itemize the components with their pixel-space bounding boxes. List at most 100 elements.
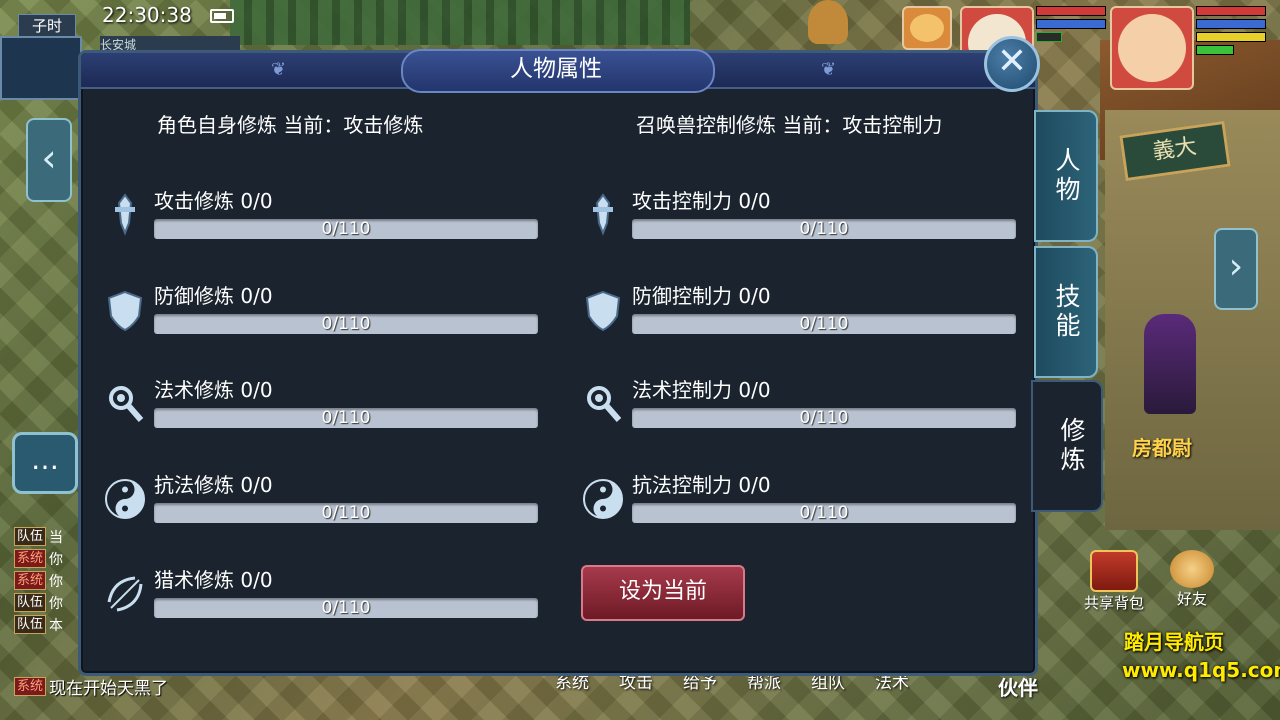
chat-line-latest: 系统 现在开始天黑了 — [14, 674, 168, 699]
shield-icon — [585, 290, 621, 332]
chat-line: 队伍当 — [14, 526, 76, 547]
partner-button[interactable]: 伙伴 — [998, 672, 1038, 701]
progress-text: 0/110 — [321, 503, 371, 523]
set-current-button[interactable]: 设为当前 — [581, 565, 745, 621]
sword-icon — [115, 193, 135, 236]
progress-bar: 0/110 — [632, 219, 1016, 239]
chat-tag: 队伍 — [14, 615, 47, 634]
chat-tag: 系统 — [14, 677, 47, 696]
row-label: 抗法控制力 0/0 — [632, 473, 771, 497]
pet-avatar-small[interactable] — [902, 6, 952, 50]
pet-mp-bar — [1036, 19, 1106, 29]
hero-mp-bar — [1196, 19, 1266, 29]
cultivation-row-defense[interactable]: 防御修炼 0/0 0/110 — [81, 282, 538, 342]
chat-line: 系统你 — [14, 570, 76, 591]
pet-control-header: 召唤兽控制修炼 当前：攻击控制力 — [636, 113, 943, 137]
magic-staff-icon — [109, 386, 144, 422]
progress-text: 0/110 — [321, 598, 371, 618]
progress-text: 0/110 — [321, 314, 371, 334]
shichen-label: 子时 — [18, 14, 76, 38]
friends-label: 好友 — [1176, 590, 1207, 608]
chat-line: 队伍你 — [14, 592, 76, 613]
chat-tag: 系统 — [14, 571, 47, 590]
progress-text: 0/110 — [799, 219, 849, 239]
row-label: 攻击控制力 0/0 — [632, 189, 771, 213]
watermark-title: 踏月导航页 — [1124, 630, 1224, 654]
control-row-defense[interactable]: 防御控制力 0/0 0/110 — [559, 282, 1016, 342]
control-row-attack[interactable]: 攻击控制力 0/0 0/110 — [559, 187, 1016, 247]
npc-body — [1144, 314, 1196, 414]
progress-bar: 0/110 — [632, 314, 1016, 334]
hero-hp-bar — [1196, 6, 1266, 16]
chat-log: 队伍当 系统你 系统你 队伍你 队伍本 — [14, 526, 76, 636]
bow-icon — [107, 576, 143, 612]
watermark-url: www.q1q5.com — [1122, 658, 1280, 682]
cat-face-icon — [910, 14, 944, 42]
character-attributes-panel: ❦ ❦ 人物属性 角色自身修炼 当前：攻击修炼 召唤兽控制修炼 当前：攻击控制力… — [78, 49, 1038, 676]
chat-tag: 队伍 — [14, 527, 47, 546]
panel-title: 人物属性 — [510, 56, 602, 82]
hero-status-bars — [1196, 6, 1266, 58]
share-bag-label: 共享背包 — [1083, 594, 1144, 612]
progress-text: 0/110 — [799, 408, 849, 428]
progress-text: 0/110 — [321, 219, 371, 239]
chat-tag: 队伍 — [14, 593, 47, 612]
minimap[interactable] — [0, 36, 82, 100]
chat-text: 你 — [49, 551, 64, 568]
progress-text: 0/110 — [799, 314, 849, 334]
yin-yang-icon — [105, 479, 145, 519]
progress-bar: 0/110 — [154, 598, 538, 618]
pet-exp-bar — [1036, 32, 1062, 42]
friends-button[interactable]: 好友 — [1160, 550, 1224, 609]
chat-text: 你 — [49, 595, 64, 612]
progress-bar: 0/110 — [154, 219, 538, 239]
city-name: 长安城 — [100, 36, 240, 50]
hero-face-icon — [1118, 14, 1186, 82]
npc-head — [808, 0, 848, 44]
progress-bar: 0/110 — [632, 408, 1016, 428]
npc-name: 房都尉 — [1132, 436, 1192, 460]
row-label: 防御控制力 0/0 — [632, 284, 771, 308]
progress-bar: 0/110 — [632, 503, 1016, 523]
control-row-resist[interactable]: 抗法控制力 0/0 0/110 — [559, 471, 1016, 531]
hero-anger-bar — [1196, 32, 1266, 42]
row-label: 攻击修炼 0/0 — [154, 189, 273, 213]
row-label: 法术控制力 0/0 — [632, 378, 771, 402]
treasure-chest-icon — [1090, 550, 1138, 592]
shield-icon — [107, 290, 143, 332]
row-label: 法术修炼 0/0 — [154, 378, 273, 402]
chevron-right-icon[interactable]: › — [1214, 228, 1258, 310]
cultivation-row-attack[interactable]: 攻击修炼 0/0 0/110 — [81, 187, 538, 247]
chevron-left-icon[interactable]: ‹ — [26, 118, 72, 202]
status-bar: 子时 22:30:38 — [0, 0, 240, 38]
share-bag-button[interactable]: 共享背包 — [1082, 550, 1146, 613]
progress-bar: 0/110 — [154, 408, 538, 428]
tab-skills[interactable]: 技能 — [1034, 246, 1098, 378]
chat-bubble-icon[interactable]: … — [12, 432, 78, 494]
progress-bar: 0/110 — [154, 314, 538, 334]
battery-icon — [210, 9, 234, 23]
progress-text: 0/110 — [321, 408, 371, 428]
handshake-icon — [1170, 550, 1214, 588]
yin-yang-icon — [583, 479, 623, 519]
progress-text: 0/110 — [799, 503, 849, 523]
row-label: 猎术修炼 0/0 — [154, 568, 273, 592]
cultivation-row-resist[interactable]: 抗法修炼 0/0 0/110 — [81, 471, 538, 531]
tab-character[interactable]: 人物 — [1034, 110, 1098, 242]
hero-avatar[interactable] — [1110, 6, 1194, 90]
chat-line: 系统你 — [14, 548, 76, 569]
pet-status-bars — [1036, 6, 1106, 45]
close-icon[interactable]: ✕ — [984, 36, 1040, 92]
chat-text: 现在开始天黑了 — [49, 679, 169, 699]
tab-cultivation[interactable]: 修炼 — [1031, 380, 1103, 512]
self-cultivation-header: 角色自身修炼 当前：攻击修炼 — [157, 113, 424, 137]
row-label: 防御修炼 0/0 — [154, 284, 273, 308]
npc-character[interactable] — [1130, 292, 1210, 422]
cultivation-row-hunting[interactable]: 猎术修炼 0/0 0/110 — [81, 566, 538, 626]
cultivation-row-magic[interactable]: 法术修炼 0/0 0/110 — [81, 376, 538, 436]
magic-staff-icon — [587, 386, 622, 422]
sword-icon — [593, 193, 613, 236]
roof-tiles — [230, 0, 690, 45]
row-label: 抗法修炼 0/0 — [154, 473, 273, 497]
control-row-magic[interactable]: 法术控制力 0/0 0/110 — [559, 376, 1016, 436]
